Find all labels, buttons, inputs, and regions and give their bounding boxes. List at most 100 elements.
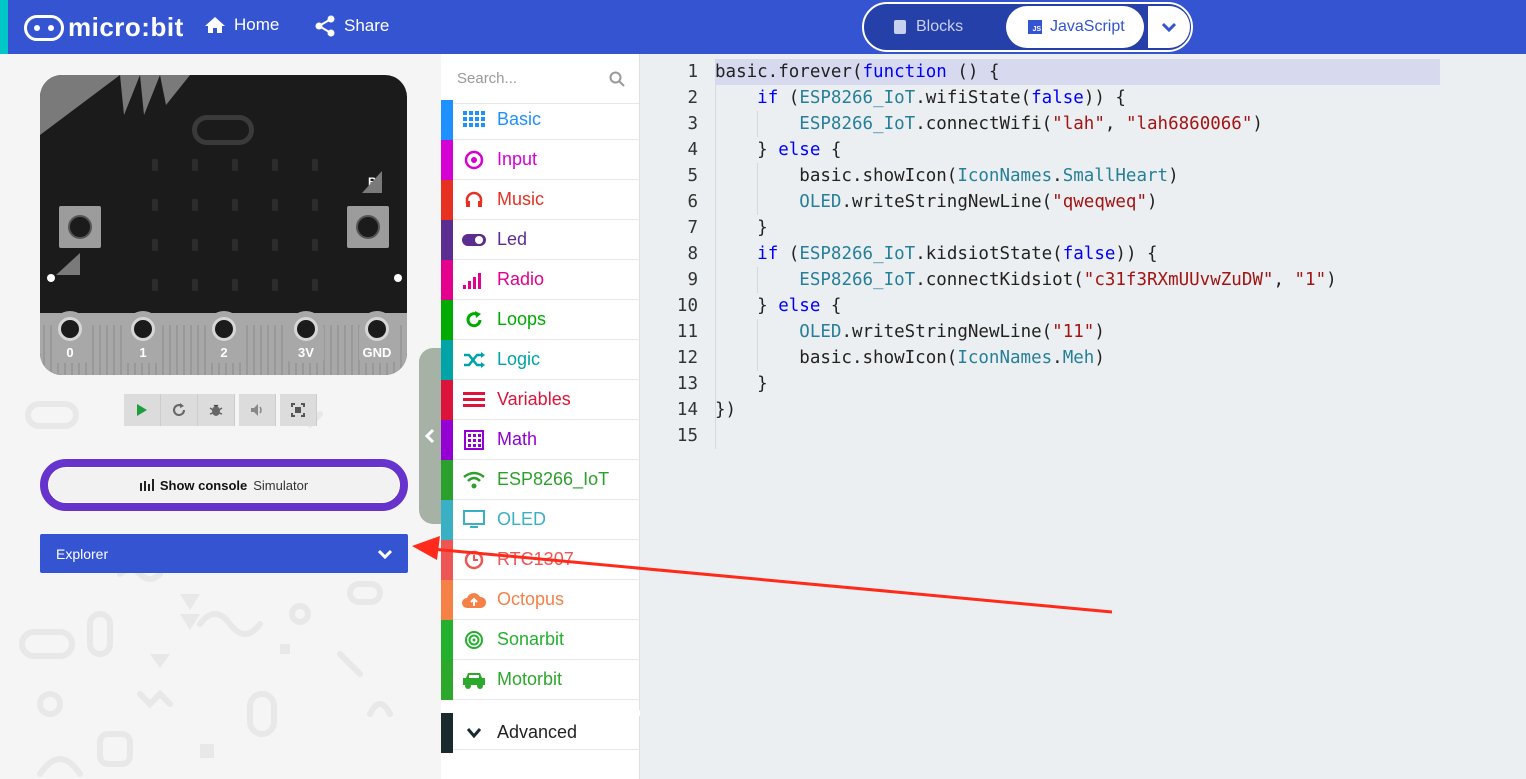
code-line[interactable]: OLED.writeStringNewLine("11") [715,319,1337,345]
code-token: , [1104,114,1126,134]
category-color-bar [441,619,453,660]
code-line[interactable]: OLED.writeStringNewLine("qweqweq") [715,189,1337,215]
button-a[interactable] [59,206,101,248]
category-color-bar [441,99,453,140]
code-token: IconNames [957,166,1053,186]
toolbox-category-loops[interactable]: Loops [441,299,640,340]
category-color-bar [441,179,453,220]
code-line[interactable]: if (ESP8266_IoT.kidsiotState(false)) { [715,241,1337,267]
blocks-mode-button[interactable]: Blocks [894,18,963,36]
microbit-logo[interactable]: micro:bit [24,12,184,43]
category-color-bar [441,712,453,753]
microbit-logo-icon [24,14,64,41]
code-token: else [778,140,821,160]
code-line[interactable]: }) [715,397,1337,423]
search-input[interactable]: Search... [457,70,517,87]
toolbox-category-oled[interactable]: OLED [441,499,640,540]
code-token: )) { [1083,88,1126,108]
brand-name: micro:bit [68,12,184,42]
code-lines[interactable]: basic.forever(function () { if (ESP8266_… [715,59,1337,449]
code-line[interactable]: basic.forever(function () { [715,59,1337,85]
category-color-bar [441,259,453,300]
code-token: ) [1094,348,1105,368]
toolbox-category-input[interactable]: Input [441,139,640,180]
code-line[interactable]: if (ESP8266_IoT.wifiState(false)) { [715,85,1337,111]
chevron-down-icon [1162,22,1176,32]
category-label: Octopus [497,589,565,609]
toolbox-category-led[interactable]: Led [441,219,640,260]
microbit-board[interactable]: A B 0123VGND [40,75,407,375]
code-line[interactable]: basic.showIcon(IconNames.Meh) [715,345,1337,371]
toolbox-category-music[interactable]: Music [441,179,640,220]
code-token: . [1052,166,1063,186]
toolbox-category-sonarbit[interactable]: Sonarbit [441,619,640,660]
pin-label: 2 [220,345,228,360]
code-line[interactable]: } [715,215,1337,241]
led [152,279,158,291]
javascript-mode-button[interactable]: JS JavaScript [1006,6,1144,48]
led [232,159,238,171]
share-button[interactable]: Share [314,15,389,37]
category-label: Input [497,149,538,169]
toolbox-category-motorbit[interactable]: Motorbit [441,659,640,700]
line-number: 6 [687,192,698,212]
led [312,199,318,211]
toolbox-category-esp8266-iot[interactable]: ESP8266_IoT [441,459,640,500]
toolbox-category-math[interactable]: Math [441,419,640,460]
toolbox-category-variables[interactable]: Variables [441,379,640,420]
speaker-icon [251,404,262,416]
code-token: if [757,244,779,264]
code-token: ) [1094,322,1105,342]
mute-button[interactable] [239,394,276,426]
code-token: } [715,296,779,316]
puzzle-icon [894,20,906,34]
mode-dropdown-button[interactable] [1148,6,1190,48]
headphones-icon [461,189,487,211]
led [152,239,158,251]
line-number: 2 [687,88,698,108]
play-icon [137,404,147,416]
category-color-bar [441,219,453,260]
fullscreen-button[interactable] [280,394,317,426]
code-token: false [1031,88,1084,108]
code-token: { [820,296,842,316]
toolbox-category-rtc1307[interactable]: RTC1307 [441,539,640,580]
code-line[interactable]: } [715,371,1337,397]
button-b[interactable] [347,206,389,248]
led [192,159,198,171]
code-token: false [1062,244,1116,264]
play-button[interactable] [124,394,161,426]
code-line[interactable]: ESP8266_IoT.connectKidsiot("c31f3RXmUUvw… [715,267,1336,293]
debug-button[interactable] [198,394,235,426]
toolbox-category-advanced[interactable]: Advanced [441,710,640,753]
led [152,199,158,211]
category-label: Logic [497,349,541,369]
refresh-icon [461,309,487,331]
code-token: } [715,140,779,160]
toolbox-category-octopus[interactable]: Octopus [441,579,640,620]
code-token: if [757,88,779,108]
code-line[interactable]: } else { [715,137,1337,163]
code-line[interactable]: } else { [715,293,1337,319]
code-line[interactable]: ESP8266_IoT.connectWifi("lah", "lah68600… [715,111,1337,137]
toolbox-category-basic[interactable]: Basic [441,99,640,140]
home-button[interactable]: Home [204,15,279,35]
monitor-icon [461,509,487,531]
chevron-left-icon [425,428,435,444]
led [192,239,198,251]
code-token: "11" [1052,322,1095,342]
collapse-simulator-button[interactable] [419,348,441,524]
board-logo [192,115,254,145]
explorer-toggle[interactable]: Explorer [40,534,408,573]
code-editor[interactable]: 1 2 3 4 5 6 7 8 9 10 11 12 13 14 15 basic.forever(func… [640,54,1526,779]
toolbox-search[interactable]: Search... [441,54,639,104]
category-label: Radio [497,269,545,289]
restart-button[interactable] [161,394,198,426]
show-console-button[interactable]: Show console Simulator [40,459,408,511]
toolbox-category-radio[interactable]: Radio [441,259,640,300]
category-color-bar [441,299,453,340]
code-line[interactable] [715,423,1337,449]
toolbox-category-logic[interactable]: Logic [441,339,640,380]
code-line[interactable]: basic.showIcon(IconNames.SmallHeart) [715,163,1337,189]
